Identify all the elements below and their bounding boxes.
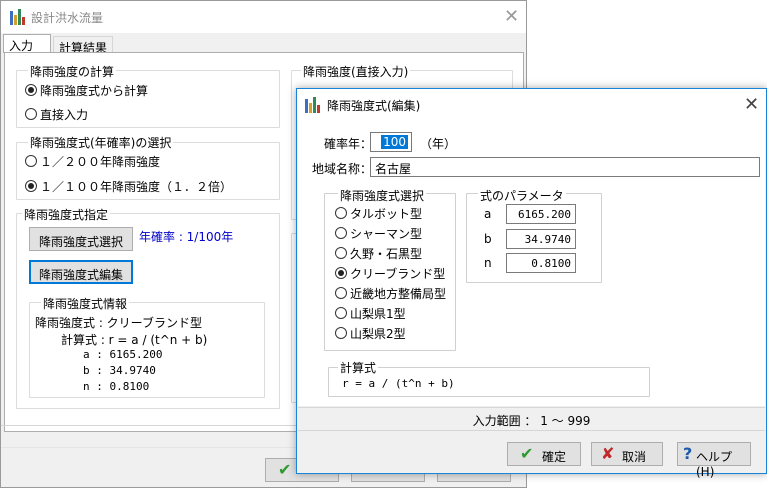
radio-cleveland-label: クリーブランド型	[350, 267, 446, 281]
formula-edit-button[interactable]: 降雨強度式編集	[29, 260, 133, 284]
close-icon[interactable]: ✕	[504, 8, 519, 26]
cancel-button-label: 取消	[622, 450, 647, 464]
probability-input[interactable]: 100	[370, 132, 412, 152]
dialog-body: 確率年： 100 （年） 地域名称： 名古屋 降雨強度式選択 タルボット型 シャ…	[298, 120, 765, 406]
probability-text: 年確率 : 1/100年	[139, 230, 234, 244]
radio-100-year[interactable]	[25, 180, 37, 192]
radio-sherman-label: シャーマン型	[350, 227, 423, 241]
radio-direct-input[interactable]	[25, 108, 37, 120]
radio-direct-input-label: 直接入力	[40, 108, 89, 122]
check-icon: ✔	[278, 460, 292, 479]
param-b-input[interactable]: 34.9740	[506, 229, 576, 249]
formula-info-group-label: 降雨強度式情報	[41, 295, 130, 312]
info-formula-type: 降雨強度式 : クリーブランド型	[35, 316, 202, 330]
info-param-a: a : 6165.200	[83, 348, 163, 361]
param-a-label: a	[484, 207, 492, 221]
radio-cleveland[interactable]	[335, 267, 347, 279]
radio-kuno-ishiguro-label: 久野・石黒型	[350, 247, 423, 261]
radio-kinki-label: 近畿地方整備局型	[350, 287, 447, 301]
status-bar: 入力範囲 ： 1 ～ 999	[298, 407, 765, 431]
probability-label: 確率年：	[324, 137, 373, 151]
main-title-bar: 設計洪水流量 ✕	[1, 1, 526, 33]
radio-yamanashi-1-label: 山梨県1型	[350, 307, 406, 321]
probability-value: 100	[381, 135, 408, 149]
radio-from-formula-label: 降雨強度式から計算	[40, 84, 149, 98]
direct-input-group-label: 降雨強度(直接入力)	[301, 63, 411, 80]
dialog-title-bar: 降雨強度式(編集) ✕	[297, 89, 766, 120]
tab-input-label: 入力	[9, 39, 34, 53]
region-label: 地域名称：	[312, 162, 373, 176]
radio-100-year-label: １／１００年降雨強度（１．２倍）	[40, 180, 233, 194]
radio-kinki[interactable]	[335, 287, 347, 299]
help-button[interactable]: ? ヘルプ(H)	[677, 442, 751, 479]
param-n-input[interactable]: 0.8100	[506, 253, 576, 273]
formula-box-label: 計算式	[338, 359, 379, 376]
param-a-value: 6165.200	[518, 208, 571, 221]
radio-kuno-ishiguro[interactable]	[335, 247, 347, 259]
param-b-value: 34.9740	[524, 233, 571, 246]
region-value: 名古屋	[375, 162, 412, 176]
main-window-title: 設計洪水流量	[31, 11, 104, 25]
confirm-button-label: 確定	[542, 450, 567, 464]
calc-method-group-label: 降雨強度の計算	[28, 63, 117, 80]
info-param-b: b : 34.9740	[83, 364, 156, 377]
help-icon: ?	[683, 444, 693, 463]
close-icon[interactable]: ✕	[744, 96, 759, 114]
radio-talbot-label: タルボット型	[350, 207, 423, 221]
param-n-value: 0.8100	[531, 257, 571, 270]
parameters-group-label: 式のパラメータ	[478, 187, 566, 204]
app-icon	[305, 97, 321, 113]
status-text: 入力範囲 ： 1 ～ 999	[472, 414, 591, 428]
formula-spec-group-label: 降雨強度式指定	[22, 206, 111, 223]
info-formula-expr: 計算式 : r = a / (t^n + b)	[61, 333, 208, 347]
radio-from-formula[interactable]	[25, 84, 37, 96]
cancel-button[interactable]: ✘ 取消	[591, 442, 663, 466]
help-button-label: ヘルプ(H)	[696, 450, 733, 479]
radio-yamanashi-2[interactable]	[335, 327, 347, 339]
param-b-label: b	[484, 232, 492, 246]
region-input[interactable]: 名古屋	[370, 157, 760, 177]
confirm-button[interactable]: ✔ 確定	[507, 442, 581, 466]
tab-calc-result[interactable]: 計算結果	[53, 36, 113, 55]
check-icon: ✔	[520, 444, 534, 463]
probability-unit: （年）	[420, 137, 457, 151]
info-param-n: n : 0.8100	[83, 380, 150, 393]
radio-yamanashi-1[interactable]	[335, 307, 347, 319]
formula-select-button[interactable]: 降雨強度式選択	[29, 227, 133, 251]
formula-edit-dialog: 降雨強度式(編集) ✕ 確率年： 100 （年） 地域名称： 名古屋 降雨強度式…	[296, 88, 767, 479]
radio-talbot[interactable]	[335, 207, 347, 219]
param-n-label: n	[484, 256, 492, 270]
x-icon: ✘	[601, 444, 615, 463]
param-a-input[interactable]: 6165.200	[506, 204, 576, 224]
formula-select-group-label: 降雨強度式(年確率)の選択	[28, 134, 174, 151]
app-icon	[10, 9, 26, 25]
tab-input[interactable]: 入力	[3, 34, 51, 53]
radio-200-year[interactable]	[25, 155, 37, 167]
formula-type-group-label: 降雨強度式選択	[338, 187, 427, 204]
radio-yamanashi-2-label: 山梨県2型	[350, 327, 406, 341]
dialog-title: 降雨強度式(編集)	[327, 99, 421, 113]
formula-text: r = a / (t^n + b)	[342, 377, 455, 390]
radio-sherman[interactable]	[335, 227, 347, 239]
radio-200-year-label: １／２００年降雨強度	[40, 155, 161, 169]
